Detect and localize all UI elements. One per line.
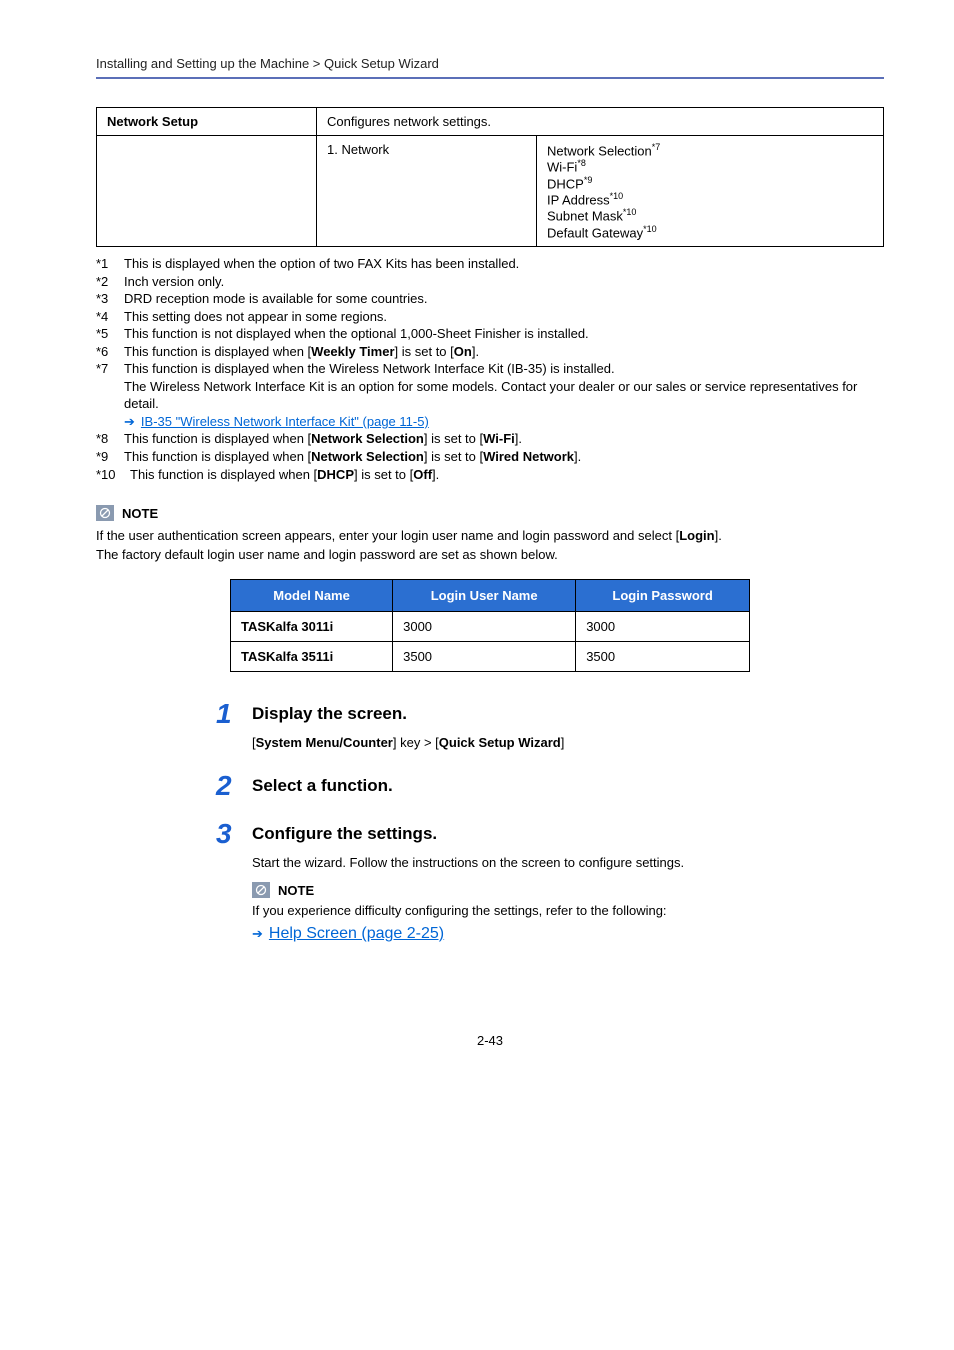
network-setup-empty <box>97 136 317 247</box>
network-subitem: 1. Network <box>317 136 537 247</box>
login-pass: 3500 <box>576 641 750 671</box>
table-row: TASKalfa 3511i 3500 3500 <box>231 641 750 671</box>
breadcrumb: Installing and Setting up the Machine > … <box>96 56 884 71</box>
netopt-sup: *10 <box>623 207 637 217</box>
login-model: TASKalfa 3011i <box>231 611 393 641</box>
step-title: Configure the settings. <box>252 824 437 844</box>
note-label: NOTE <box>278 883 314 898</box>
note-body: If the user authentication screen appear… <box>96 527 884 565</box>
netopt-sup: *9 <box>584 175 593 185</box>
fn-text: This function is displayed when [Network… <box>124 430 884 448</box>
step-number: 1 <box>216 700 252 728</box>
fn-num: *7 <box>96 360 124 413</box>
fn-text: This is displayed when the option of two… <box>124 255 884 273</box>
table-row: TASKalfa 3011i 3000 3000 <box>231 611 750 641</box>
footnotes: *1This is displayed when the option of t… <box>96 255 884 483</box>
step-title: Display the screen. <box>252 704 407 724</box>
header-divider <box>96 77 884 79</box>
note-body: If you experience difficulty configuring… <box>252 902 884 921</box>
step-2: 2 Select a function. <box>216 772 884 800</box>
login-th-pass: Login Password <box>576 579 750 611</box>
netopt-label: Network Selection <box>547 143 652 158</box>
login-model: TASKalfa 3511i <box>231 641 393 671</box>
netopt-sup: *10 <box>610 191 624 201</box>
fn-num: *1 <box>96 255 124 273</box>
netopt-label: Wi-Fi <box>547 160 577 175</box>
fn-text: This function is displayed when the Wire… <box>124 360 884 413</box>
step-number: 2 <box>216 772 252 800</box>
note-icon <box>96 505 114 521</box>
step-body: Start the wizard. Follow the instruction… <box>252 854 884 872</box>
login-table: Model Name Login User Name Login Passwor… <box>230 579 750 672</box>
fn-num: *10 <box>96 466 130 484</box>
steps: 1 Display the screen. [System Menu/Count… <box>216 700 884 943</box>
fn-text: This function is displayed when [Weekly … <box>124 343 884 361</box>
fn-text: DRD reception mode is available for some… <box>124 290 884 308</box>
help-screen-link[interactable]: Help Screen (page 2-25) <box>269 925 444 943</box>
fn-text: Inch version only. <box>124 273 884 291</box>
netopt-sup: *7 <box>652 142 661 152</box>
login-pass: 3000 <box>576 611 750 641</box>
fn-num: *9 <box>96 448 124 466</box>
login-th-model: Model Name <box>231 579 393 611</box>
page-number: 2-43 <box>96 1033 884 1048</box>
note-header: NOTE <box>252 882 884 898</box>
note-header: NOTE <box>96 505 884 521</box>
netopt-sup: *10 <box>643 224 657 234</box>
step-title: Select a function. <box>252 776 393 796</box>
fn-num: *5 <box>96 325 124 343</box>
step-body: [System Menu/Counter] key > [Quick Setup… <box>252 734 884 752</box>
step-1: 1 Display the screen. [System Menu/Count… <box>216 700 884 752</box>
fn-text: This function is not displayed when the … <box>124 325 884 343</box>
network-setup-table: Network Setup Configures network setting… <box>96 107 884 247</box>
network-options: Network Selection*7 Wi-Fi*8 DHCP*9 IP Ad… <box>537 136 884 247</box>
fn-num: *2 <box>96 273 124 291</box>
fn-num: *3 <box>96 290 124 308</box>
login-user: 3000 <box>393 611 576 641</box>
network-setup-desc: Configures network settings. <box>317 108 884 136</box>
fn-num: *4 <box>96 308 124 326</box>
step-number: 3 <box>216 820 252 848</box>
footnote-link-ib35[interactable]: IB-35 "Wireless Network Interface Kit" (… <box>141 413 429 431</box>
network-setup-header: Network Setup <box>97 108 317 136</box>
fn-num: *6 <box>96 343 124 361</box>
fn-text: This function is displayed when [DHCP] i… <box>130 466 884 484</box>
fn-text: This function is displayed when [Network… <box>124 448 884 466</box>
netopt-label: Default Gateway <box>547 225 643 240</box>
note-label: NOTE <box>122 506 158 521</box>
note-icon <box>252 882 270 898</box>
netopt-label: Subnet Mask <box>547 209 623 224</box>
netopt-label: DHCP <box>547 176 584 191</box>
login-user: 3500 <box>393 641 576 671</box>
arrow-icon: ➔ <box>252 926 263 942</box>
fn-text: This setting does not appear in some reg… <box>124 308 884 326</box>
login-th-user: Login User Name <box>393 579 576 611</box>
arrow-icon: ➔ <box>124 413 135 431</box>
netopt-sup: *8 <box>577 158 586 168</box>
fn-num: *8 <box>96 430 124 448</box>
netopt-label: IP Address <box>547 192 610 207</box>
step-3: 3 Configure the settings. Start the wiza… <box>216 820 884 943</box>
